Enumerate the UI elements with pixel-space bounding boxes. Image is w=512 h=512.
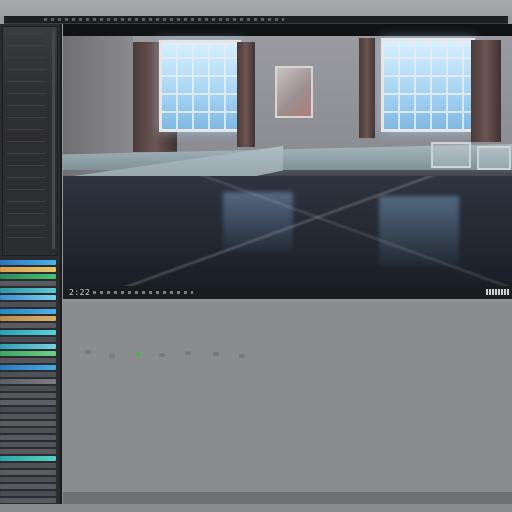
track-clip[interactable]	[0, 407, 56, 412]
track-clip[interactable]	[0, 295, 56, 300]
scene-curtain	[237, 42, 255, 147]
track-clip[interactable]	[0, 449, 56, 454]
track-clip[interactable]	[0, 281, 56, 286]
timeline-marker	[185, 351, 191, 355]
track-clip[interactable]	[0, 414, 56, 419]
track-clip[interactable]	[0, 421, 56, 426]
track-clip[interactable]	[0, 372, 56, 377]
track-clip[interactable]	[0, 316, 56, 321]
video-frame	[63, 36, 512, 286]
status-bar	[63, 492, 512, 504]
timeline-marker	[159, 353, 165, 357]
track-clip[interactable]	[0, 498, 56, 503]
scene-curtain	[471, 40, 501, 142]
scene-reflection	[379, 196, 459, 266]
scene-chair	[431, 142, 471, 168]
track-clip[interactable]	[0, 344, 56, 349]
media-browser[interactable]	[2, 26, 58, 256]
media-list	[7, 33, 45, 243]
track-clip[interactable]	[0, 358, 56, 363]
track-clip[interactable]	[0, 463, 56, 468]
track-clip[interactable]	[0, 491, 56, 496]
track-clip[interactable]	[0, 260, 56, 265]
track-clip[interactable]	[0, 484, 56, 489]
track-clip[interactable]	[0, 428, 56, 433]
toolbar-ticks	[44, 18, 284, 21]
track-clip[interactable]	[0, 386, 56, 391]
transport-ticks[interactable]	[93, 291, 193, 294]
scene-window	[159, 40, 241, 132]
track-clip[interactable]	[0, 456, 56, 461]
track-clip[interactable]	[0, 477, 56, 482]
scene-poster	[275, 66, 313, 118]
track-clip[interactable]	[0, 302, 56, 307]
timeline-marker	[137, 352, 141, 356]
timeline-marker	[239, 354, 245, 358]
track-clip[interactable]	[0, 337, 56, 342]
scene-reflection	[223, 192, 293, 252]
scene-window	[381, 38, 475, 132]
track-clip[interactable]	[0, 330, 56, 335]
timeline-marker	[213, 352, 219, 356]
track-clip[interactable]	[0, 351, 56, 356]
track-clip[interactable]	[0, 323, 56, 328]
track-clip[interactable]	[0, 365, 56, 370]
track-clip[interactable]	[0, 274, 56, 279]
timeline-marker	[85, 350, 91, 354]
video-viewer[interactable]: 2:22	[63, 24, 512, 299]
editor-window: 2:22	[0, 0, 512, 512]
track-clip[interactable]	[0, 288, 56, 293]
track-clip[interactable]	[0, 435, 56, 440]
scene-chair	[477, 146, 511, 170]
track-clip[interactable]	[0, 267, 56, 272]
scene-curtain	[359, 38, 375, 138]
left-panel	[0, 24, 62, 504]
viewer-footer: 2:22	[63, 286, 512, 299]
track-clip[interactable]	[0, 393, 56, 398]
viewer-zoom-control[interactable]	[486, 289, 510, 295]
timeline-marker	[109, 354, 115, 358]
track-clip[interactable]	[0, 400, 56, 405]
timeline-area[interactable]	[63, 302, 512, 492]
track-clip[interactable]	[0, 379, 56, 384]
toolbar-strip[interactable]	[4, 16, 508, 24]
track-clip[interactable]	[0, 470, 56, 475]
timecode-label: 2:22	[69, 288, 91, 297]
track-clip[interactable]	[0, 309, 56, 314]
track-clip[interactable]	[0, 442, 56, 447]
track-list	[0, 260, 58, 504]
media-scrollbar[interactable]	[52, 31, 55, 249]
